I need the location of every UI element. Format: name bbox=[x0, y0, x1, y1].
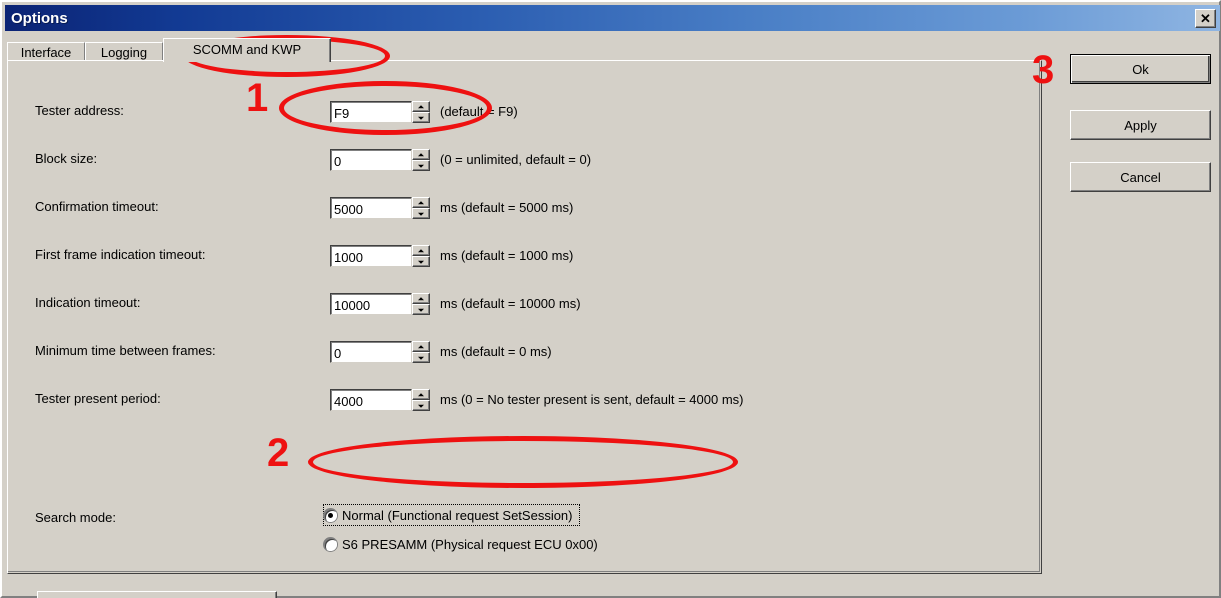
spin-down-icon[interactable] bbox=[412, 256, 430, 267]
tab-strip: Interface Logging SCOMM and KWP bbox=[7, 38, 1042, 62]
close-button[interactable]: ✕ bbox=[1195, 8, 1216, 28]
field-row-minimum-time-between-frames: Minimum time between frames: ms (default… bbox=[8, 341, 1041, 363]
block-size-field[interactable] bbox=[330, 149, 412, 171]
confirmation-timeout-hint: ms (default = 5000 ms) bbox=[440, 200, 574, 215]
block-size-spin-buttons[interactable] bbox=[412, 149, 430, 171]
tester-present-period-field[interactable] bbox=[330, 389, 412, 411]
radio-checked-icon bbox=[324, 508, 337, 522]
search-mode-normal-radio[interactable]: Normal (Functional request SetSession) bbox=[323, 504, 580, 526]
radio-unchecked-icon bbox=[324, 537, 337, 551]
indication-timeout-label: Indication timeout: bbox=[35, 295, 141, 310]
field-row-block-size: Block size: (0 = unlimited, default = 0) bbox=[8, 149, 1041, 171]
tester-address-stepper[interactable] bbox=[330, 101, 430, 123]
tester-present-period-label: Tester present period: bbox=[35, 391, 161, 406]
spin-up-icon[interactable] bbox=[412, 149, 430, 160]
field-row-confirmation-timeout: Confirmation timeout: ms (default = 5000… bbox=[8, 197, 1041, 219]
spin-up-icon[interactable] bbox=[412, 341, 430, 352]
apply-button[interactable]: Apply bbox=[1070, 110, 1211, 140]
tab-interface[interactable]: Interface bbox=[7, 42, 85, 62]
spin-down-icon[interactable] bbox=[412, 400, 430, 411]
tester-present-period-stepper[interactable] bbox=[330, 389, 430, 411]
spin-down-icon[interactable] bbox=[412, 304, 430, 315]
spin-down-icon[interactable] bbox=[412, 208, 430, 219]
first-frame-indication-timeout-field[interactable] bbox=[330, 245, 412, 267]
spin-up-icon[interactable] bbox=[412, 389, 430, 400]
options-dialog-screenshot: Options ✕ Interface Logging SCOMM and KW… bbox=[0, 0, 1221, 598]
confirmation-timeout-spin-buttons[interactable] bbox=[412, 197, 430, 219]
minimum-time-between-frames-spin-buttons[interactable] bbox=[412, 341, 430, 363]
first-frame-indication-timeout-stepper[interactable] bbox=[330, 245, 430, 267]
close-icon: ✕ bbox=[1200, 10, 1211, 26]
block-size-hint: (0 = unlimited, default = 0) bbox=[440, 152, 592, 167]
indication-timeout-hint: ms (default = 10000 ms) bbox=[440, 296, 581, 311]
confirmation-timeout-stepper[interactable] bbox=[330, 197, 430, 219]
spin-up-icon[interactable] bbox=[412, 245, 430, 256]
minimum-time-between-frames-label: Minimum time between frames: bbox=[35, 343, 216, 358]
reset-scomm-button[interactable]: Reset SCOMM bbox=[37, 591, 277, 598]
window-title: Options bbox=[11, 9, 68, 27]
spin-down-icon[interactable] bbox=[412, 352, 430, 363]
spin-up-icon[interactable] bbox=[412, 197, 430, 208]
tester-address-spin-buttons[interactable] bbox=[412, 101, 430, 123]
tester-address-label: Tester address: bbox=[35, 103, 124, 118]
indication-timeout-field[interactable] bbox=[330, 293, 412, 315]
first-frame-indication-timeout-label: First frame indication timeout: bbox=[35, 247, 206, 262]
field-row-first-frame-indication-timeout: First frame indication timeout: ms (defa… bbox=[8, 245, 1041, 267]
search-mode-label: Search mode: bbox=[35, 510, 116, 525]
search-mode-normal-label: Normal (Functional request SetSession) bbox=[342, 507, 573, 523]
block-size-stepper[interactable] bbox=[330, 149, 430, 171]
tab-interface-label: Interface bbox=[20, 45, 72, 60]
tab-logging[interactable]: Logging bbox=[85, 42, 163, 62]
indication-timeout-stepper[interactable] bbox=[330, 293, 430, 315]
search-mode-s6-presamm-radio[interactable]: S6 PRESAMM (Physical request ECU 0x00) bbox=[324, 534, 598, 554]
spin-up-icon[interactable] bbox=[412, 101, 430, 112]
tab-scomm-and-kwp[interactable]: SCOMM and KWP bbox=[163, 38, 331, 62]
cancel-button[interactable]: Cancel bbox=[1070, 162, 1211, 192]
block-size-label: Block size: bbox=[35, 151, 98, 166]
indication-timeout-spin-buttons[interactable] bbox=[412, 293, 430, 315]
first-frame-indication-timeout-spin-buttons[interactable] bbox=[412, 245, 430, 267]
confirmation-timeout-field[interactable] bbox=[330, 197, 412, 219]
scomm-and-kwp-panel: Tester address: (default = F9) Block siz… bbox=[7, 60, 1042, 598]
minimum-time-between-frames-stepper[interactable] bbox=[330, 341, 430, 363]
field-row-tester-address: Tester address: (default = F9) bbox=[8, 101, 1041, 123]
first-frame-indication-timeout-hint: ms (default = 1000 ms) bbox=[440, 248, 574, 263]
spin-down-icon[interactable] bbox=[412, 112, 430, 123]
field-row-tester-present-period: Tester present period: ms (0 = No tester… bbox=[8, 389, 1041, 411]
minimum-time-between-frames-field[interactable] bbox=[330, 341, 412, 363]
tab-scomm-and-kwp-label: SCOMM and KWP bbox=[192, 42, 302, 57]
tester-present-period-spin-buttons[interactable] bbox=[412, 389, 430, 411]
tester-address-field[interactable] bbox=[330, 101, 412, 123]
spin-down-icon[interactable] bbox=[412, 160, 430, 171]
options-window: Options ✕ Interface Logging SCOMM and KW… bbox=[0, 0, 1221, 598]
ok-button[interactable]: Ok bbox=[1070, 54, 1211, 84]
field-row-indication-timeout: Indication timeout: ms (default = 10000 … bbox=[8, 293, 1041, 315]
tab-logging-label: Logging bbox=[100, 45, 148, 60]
spin-up-icon[interactable] bbox=[412, 293, 430, 304]
window-titlebar: Options ✕ bbox=[5, 5, 1220, 31]
tester-present-period-hint: ms (0 = No tester present is sent, defau… bbox=[440, 392, 744, 407]
search-mode-s6-presamm-label: S6 PRESAMM (Physical request ECU 0x00) bbox=[342, 536, 598, 552]
tester-address-hint: (default = F9) bbox=[440, 104, 518, 119]
minimum-time-between-frames-hint: ms (default = 0 ms) bbox=[440, 344, 552, 359]
confirmation-timeout-label: Confirmation timeout: bbox=[35, 199, 159, 214]
